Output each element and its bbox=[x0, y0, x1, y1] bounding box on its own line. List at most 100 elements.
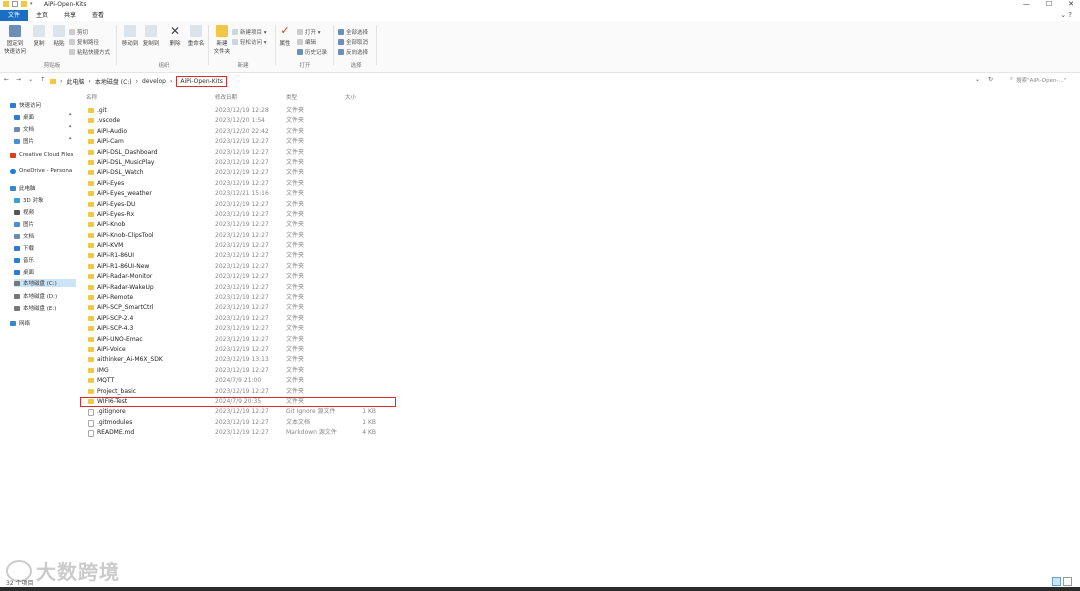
tab-view[interactable]: 查看 bbox=[84, 10, 112, 21]
new-folder-button[interactable]: 新建 文件夹 bbox=[210, 25, 234, 55]
cut-button[interactable]: 剪切 bbox=[69, 28, 88, 36]
minimize-button[interactable]: — bbox=[1023, 0, 1030, 8]
table-row[interactable]: AiPi-DSL_Dashboard 2023/12/19 12:27 文件夹 bbox=[86, 148, 406, 158]
pin-quick-access-button[interactable]: 固定到 快速访问 bbox=[2, 25, 28, 55]
table-row[interactable]: AiPi-UNO-Emac 2023/12/19 12:27 文件夹 bbox=[86, 335, 406, 345]
table-row[interactable]: AiPi-SCP-4.3 2023/12/19 12:27 文件夹 bbox=[86, 324, 406, 334]
nav-item-e-drive[interactable]: 本地磁盘 (E:) bbox=[14, 304, 56, 312]
select-none-button[interactable]: 全部取消 bbox=[338, 38, 368, 46]
table-row[interactable]: AiPi-DSL_Watch 2023/12/19 12:27 文件夹 bbox=[86, 168, 406, 178]
table-row[interactable]: AiPi-Eyes 2023/12/19 12:27 文件夹 bbox=[86, 179, 406, 189]
column-name-header[interactable]: 名称 bbox=[86, 93, 97, 101]
nav-item-downloads[interactable]: 下载 bbox=[14, 244, 34, 252]
select-all-button[interactable]: 全部选择 bbox=[338, 28, 368, 36]
file-type: 文件夹 bbox=[286, 262, 305, 270]
nav-item-this-pc[interactable]: 此电脑 bbox=[10, 184, 36, 192]
column-date-header[interactable]: 修改日期 bbox=[215, 93, 237, 101]
nav-item-documents-pc[interactable]: 文档 bbox=[14, 232, 34, 240]
nav-item-3d-objects[interactable]: 3D 对象 bbox=[14, 196, 43, 204]
recent-dropdown-icon[interactable]: ⌄ bbox=[28, 76, 33, 83]
open-button[interactable]: 打开 ▾ bbox=[297, 28, 321, 36]
pin-icon[interactable]: ✦ bbox=[68, 112, 72, 118]
nav-item-desktop-pc[interactable]: 桌面 bbox=[14, 268, 34, 276]
table-row[interactable]: AiPi-R1-86UI 2023/12/19 12:27 文件夹 bbox=[86, 251, 406, 261]
new-folder-icon[interactable] bbox=[21, 1, 27, 7]
table-row[interactable]: AiPi-R1-86UI-New 2023/12/19 12:27 文件夹 bbox=[86, 262, 406, 272]
nav-item-quick-access[interactable]: 快速访问 bbox=[10, 101, 41, 109]
back-arrow-icon[interactable]: ← bbox=[4, 76, 9, 83]
help-icon[interactable]: ⌄ ? bbox=[1060, 11, 1072, 19]
table-row[interactable]: WIFI6-Test 2024/7/9 20:35 文件夹 bbox=[80, 396, 396, 408]
table-row[interactable]: aithinker_Ai-M6X_SDK 2023/12/19 13:13 文件夹 bbox=[86, 355, 406, 365]
table-row[interactable]: AiPi-Cam 2023/12/19 12:27 文件夹 bbox=[86, 137, 406, 147]
breadcrumb-this-pc[interactable]: 此电脑 bbox=[66, 77, 84, 86]
table-row[interactable]: MQTT 2024/7/9 21:00 文件夹 bbox=[86, 376, 406, 386]
easy-access-button[interactable]: 轻松访问 ▾ bbox=[232, 38, 267, 46]
paste-shortcut-button[interactable]: 粘贴快捷方式 bbox=[69, 48, 110, 56]
details-view-icon[interactable] bbox=[1052, 577, 1061, 586]
close-button[interactable]: ✕ bbox=[1068, 0, 1074, 8]
column-type-header[interactable]: 类型 bbox=[286, 93, 297, 101]
table-row[interactable]: .gitmodules 2023/12/19 12:27 文本文档 1 KB bbox=[86, 418, 406, 428]
copy-path-button[interactable]: 复制路径 bbox=[69, 38, 99, 46]
nav-item-music[interactable]: 音乐 bbox=[14, 256, 34, 264]
table-row[interactable]: AiPi-Audio 2023/12/20 22:42 文件夹 bbox=[86, 127, 406, 137]
rename-button[interactable]: 重命名 bbox=[184, 25, 208, 47]
table-row[interactable]: AiPi-Radar-Monitor 2023/12/19 12:27 文件夹 bbox=[86, 272, 406, 282]
table-row[interactable]: AiPi-DSL_MusicPlay 2023/12/19 12:27 文件夹 bbox=[86, 158, 406, 168]
up-arrow-icon[interactable]: ↑ bbox=[40, 76, 45, 83]
nav-item-c-drive[interactable]: 本地磁盘 (C:) bbox=[14, 279, 76, 287]
copy-to-button[interactable]: 复制到 bbox=[139, 25, 163, 47]
nav-item-creative-cloud[interactable]: Creative Cloud Files bbox=[10, 152, 73, 158]
table-row[interactable]: .gitignore 2023/12/19 12:27 Git Ignore 源文件… bbox=[86, 407, 406, 417]
nav-item-pictures-pc[interactable]: 图片 bbox=[14, 220, 34, 228]
table-row[interactable]: README.md 2023/12/19 12:27 Markdown 源文件 4 K… bbox=[86, 428, 406, 438]
properties-icon[interactable] bbox=[12, 1, 18, 7]
tab-share[interactable]: 共享 bbox=[56, 10, 84, 21]
table-row[interactable]: AiPi-Voice 2023/12/19 12:27 文件夹 bbox=[86, 345, 406, 355]
properties-button[interactable]: ✓ 属性 bbox=[273, 25, 297, 48]
large-icons-view-icon[interactable] bbox=[1063, 577, 1072, 586]
tab-home[interactable]: 主页 bbox=[28, 10, 56, 21]
new-item-button[interactable]: 新建项目 ▾ bbox=[232, 28, 267, 36]
table-row[interactable]: AiPi-Eyes-DU 2023/12/19 12:27 文件夹 bbox=[86, 200, 406, 210]
nav-item-desktop[interactable]: 桌面 bbox=[14, 113, 34, 121]
tab-file[interactable]: 文件 bbox=[0, 10, 29, 21]
invert-selection-button[interactable]: 反向选择 bbox=[338, 48, 368, 56]
dropdown-icon[interactable]: ▾ bbox=[30, 1, 36, 7]
column-size-header[interactable]: 大小 bbox=[345, 93, 356, 101]
nav-item-d-drive[interactable]: 本地磁盘 (D:) bbox=[14, 292, 57, 300]
nav-item-pictures[interactable]: 图片 bbox=[14, 137, 34, 145]
nav-item-documents[interactable]: 文档 bbox=[14, 125, 34, 133]
table-row[interactable]: Project_basic 2023/12/19 12:27 文件夹 bbox=[86, 387, 406, 397]
edit-button[interactable]: 编辑 bbox=[297, 38, 316, 46]
nav-item-network[interactable]: 网络 bbox=[10, 319, 30, 327]
table-row[interactable]: AiPi-Knob 2023/12/19 12:27 文件夹 bbox=[86, 220, 406, 230]
history-button[interactable]: 历史记录 bbox=[297, 48, 327, 56]
table-row[interactable]: IMG 2023/12/19 12:27 文件夹 bbox=[86, 366, 406, 376]
table-row[interactable]: .git 2023/12/19 12:28 文件夹 bbox=[86, 106, 406, 116]
breadcrumb-develop[interactable]: develop bbox=[142, 78, 166, 85]
table-row[interactable]: AiPi-SCP_SmartCtrl 2023/12/19 12:27 文件夹 bbox=[86, 303, 406, 313]
paste-button[interactable]: 粘贴 bbox=[47, 25, 71, 47]
nav-item-onedrive[interactable]: OneDrive - Persona bbox=[10, 168, 72, 174]
pin-icon[interactable]: ✦ bbox=[68, 136, 72, 142]
table-row[interactable]: .vscode 2023/12/20 1:54 文件夹 bbox=[86, 116, 406, 126]
table-row[interactable]: AiPi-Knob-ClipsTool 2023/12/19 12:27 文件夹 bbox=[86, 231, 406, 241]
table-row[interactable]: AiPi-KVM 2023/12/19 12:27 文件夹 bbox=[86, 241, 406, 251]
nav-item-videos[interactable]: 视频 bbox=[14, 208, 34, 216]
refresh-icon[interactable]: ↻ bbox=[988, 76, 993, 83]
maximize-button[interactable]: ☐ bbox=[1046, 0, 1052, 8]
table-row[interactable]: AiPi-Eyes_weather 2023/12/21 15:16 文件夹 bbox=[86, 189, 406, 199]
address-dropdown-icon[interactable]: ⌄ bbox=[975, 76, 980, 83]
table-row[interactable]: AiPi-Radar-WakeUp 2023/12/19 12:27 文件夹 bbox=[86, 283, 406, 293]
table-row[interactable]: AiPi-Remote 2023/12/19 12:27 文件夹 bbox=[86, 293, 406, 303]
breadcrumb-c-drive[interactable]: 本地磁盘 (C:) bbox=[95, 77, 132, 86]
breadcrumb[interactable]: › 此电脑 › 本地磁盘 (C:) › develop › AiPi-Open-… bbox=[50, 76, 227, 87]
search-input[interactable]: ⌕ 搜索"AiPi-Open-..." bbox=[1010, 75, 1078, 84]
breadcrumb-current[interactable]: AiPi-Open-Kits bbox=[176, 76, 227, 87]
pin-icon[interactable]: ✦ bbox=[68, 124, 72, 130]
table-row[interactable]: AiPi-Eyes-Rx 2023/12/19 12:27 文件夹 bbox=[86, 210, 406, 220]
forward-arrow-icon[interactable]: → bbox=[16, 76, 21, 83]
table-row[interactable]: AiPi-SCP-2.4 2023/12/19 12:27 文件夹 bbox=[86, 314, 406, 324]
